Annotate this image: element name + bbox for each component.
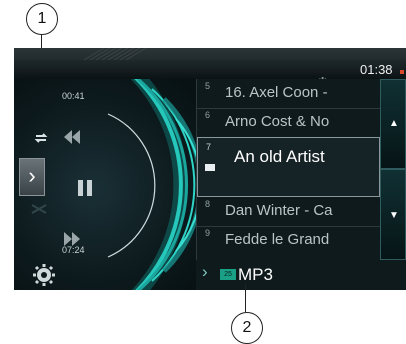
- playlist: 5 16. Axel Coon - 6 Arno Cost & No 7 An …: [196, 79, 380, 260]
- track-number: 7: [206, 142, 212, 152]
- list-item[interactable]: 6 Arno Cost & No: [197, 108, 380, 138]
- track-title: An old Artist: [234, 147, 325, 166]
- track-number: 8: [205, 199, 211, 209]
- track-number: 5: [205, 81, 211, 91]
- skip-back-icon[interactable]: [60, 127, 84, 147]
- arrow-up-icon: ▲: [389, 118, 399, 129]
- skip-forward-icon[interactable]: [60, 229, 84, 249]
- chevron-right-icon: ›: [28, 163, 36, 188]
- repeat-icon[interactable]: [33, 131, 49, 145]
- track-number: 6: [205, 110, 211, 120]
- track-title: 16. Axel Coon -: [225, 84, 328, 101]
- top-stripes: [83, 48, 147, 60]
- track-number: 9: [205, 228, 211, 238]
- clock: 01:38: [360, 62, 393, 77]
- track-title: Fedde le Grand: [225, 231, 330, 248]
- track-title: Dan Winter - Ca: [225, 202, 333, 219]
- expand-menu-button[interactable]: ›: [19, 158, 45, 196]
- scroll-down-button[interactable]: ▼: [380, 169, 406, 260]
- list-item[interactable]: 9 Fedde le Grand: [197, 226, 380, 255]
- elapsed-time: 00:41: [62, 91, 85, 101]
- list-item[interactable]: 5 16. Axel Coon -: [197, 79, 380, 109]
- shuffle-icon[interactable]: [30, 203, 48, 215]
- chevron-right-icon: ›: [202, 262, 208, 281]
- list-item-active[interactable]: 7 An old Artist: [197, 137, 380, 197]
- list-item[interactable]: 8 Dan Winter - Ca: [197, 197, 380, 227]
- alarm-indicator: [400, 70, 404, 74]
- track-title: Arno Cost & No: [225, 113, 330, 130]
- source-bar[interactable]: › 25 MP3: [196, 260, 406, 290]
- now-playing-icon: [205, 164, 215, 171]
- status-bar: ✱ 01:38: [14, 60, 406, 88]
- head-unit-screen: ✱ 01:38 00:41 07:24: [14, 48, 406, 290]
- source-label: MP3: [238, 265, 273, 284]
- folder-badge: 25: [220, 269, 236, 280]
- arrow-down-icon: ▼: [389, 210, 399, 221]
- pause-icon[interactable]: [76, 179, 94, 197]
- scroll-up-button[interactable]: ▲: [380, 79, 406, 169]
- playback-panel: 00:41 07:24 ›: [14, 79, 196, 290]
- callout-2-leader: [245, 284, 246, 312]
- gear-icon[interactable]: [32, 263, 56, 287]
- callout-2: 2: [231, 312, 263, 344]
- callout-1: 1: [26, 3, 58, 35]
